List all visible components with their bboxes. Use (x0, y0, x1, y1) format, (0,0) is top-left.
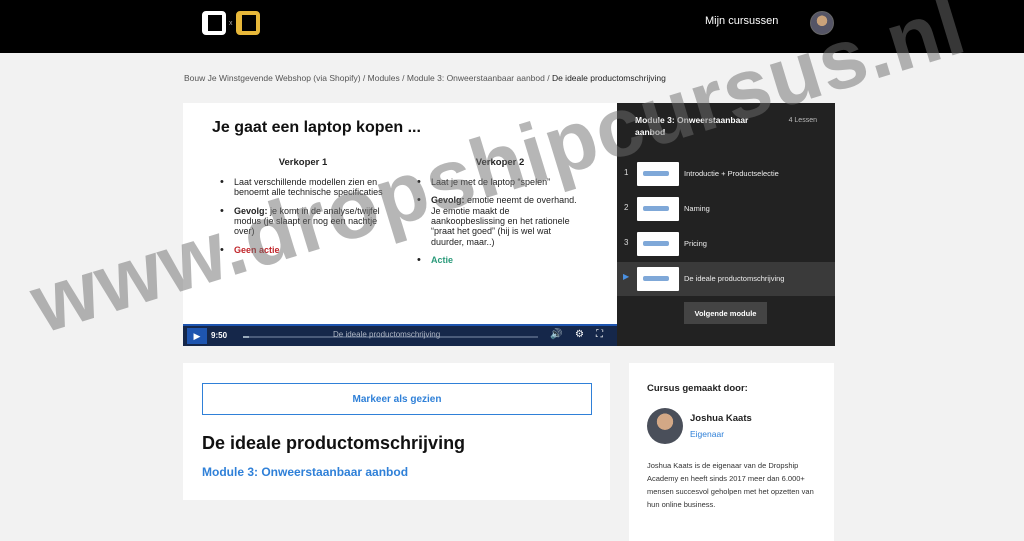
author-role: Eigenaar (690, 429, 725, 439)
play-button[interactable]: ▶ (187, 328, 207, 344)
logo-d-white-icon (202, 11, 226, 35)
bullet: Geen actie (218, 244, 388, 257)
slide-title: Je gaat een laptop kopen ... (212, 119, 421, 136)
bullet: Laat verschillende modellen zien en beno… (218, 176, 388, 198)
slide-column-seller-2: Verkoper 2 Laat je met de laptop “spelen… (415, 157, 585, 273)
column-heading: Verkoper 1 (278, 157, 328, 168)
next-module-button[interactable]: Volgende module (684, 302, 767, 324)
lesson-title: De ideale productomschrijving (202, 433, 466, 453)
bullet: Actie (415, 254, 585, 267)
column-heading: Verkoper 2 (475, 157, 525, 168)
video-player[interactable]: Je gaat een laptop kopen ... Verkoper 1 … (183, 103, 617, 346)
breadcrumb-modules[interactable]: Modules (368, 73, 400, 83)
playlist-item-active[interactable]: ▶ De ideale productomschrijving (617, 262, 835, 296)
author-avatar (647, 408, 683, 444)
breadcrumb-sep: / (544, 73, 552, 83)
author-bio: Joshua Kaats is de eigenaar van de Drops… (647, 461, 814, 510)
playlist-title: Module 3: Onweerstaanbaar aanbod (635, 115, 749, 137)
author-card: Cursus gemaakt door: Joshua Kaats Eigena… (629, 363, 834, 541)
bullet: Gevolg: je komt in de analyse/twijfel mo… (218, 205, 388, 237)
bullet: Laat je met de laptop “spelen” (415, 176, 585, 189)
breadcrumb: Bouw Je Winstgevende Webshop (via Shopif… (184, 73, 666, 83)
playlist-item-label: Naming (684, 204, 710, 213)
user-avatar[interactable] (810, 11, 834, 35)
playlist-item-number: 3 (624, 238, 629, 247)
playlist-thumbnail (637, 232, 679, 256)
playlist-item-number: 1 (624, 168, 629, 177)
playlist-thumbnail (637, 267, 679, 291)
top-nav-bar: x Mijn cursussen (0, 0, 1024, 53)
video-time: 9:50 (211, 331, 228, 340)
author-heading: Cursus gemaakt door: (647, 383, 748, 394)
breadcrumb-sep: / (360, 73, 368, 83)
settings-gear-icon[interactable]: ⚙ (575, 329, 584, 340)
playlist-item[interactable]: 3 Pricing (617, 227, 835, 261)
progress-fill (243, 336, 249, 338)
bullet: Gevolg: emotie neemt de overhand. Je emo… (415, 194, 585, 247)
breadcrumb-current: De ideale productomschrijving (551, 73, 666, 83)
breadcrumb-course[interactable]: Bouw Je Winstgevende Webshop (via Shopif… (184, 73, 361, 83)
logo[interactable]: x (202, 11, 260, 35)
breadcrumb-sep: / (399, 73, 407, 83)
playlist-item-label: De ideale productomschrijving (684, 274, 785, 283)
module-link[interactable]: Module 3: Onweerstaanbaar aanbod (202, 465, 408, 479)
playlist-item[interactable]: 1 Introductie + Productselectie (617, 157, 835, 191)
playlist-item[interactable]: 2 Naming (617, 192, 835, 226)
mark-as-seen-button[interactable]: Markeer als gezien (202, 383, 592, 415)
logo-x: x (229, 19, 233, 27)
playlist-item-label: Introductie + Productselectie (684, 169, 779, 178)
breadcrumb-module[interactable]: Module 3: Onweerstaanbaar aanbod (407, 73, 545, 83)
author-name: Joshua Kaats (690, 413, 752, 424)
logo-d-gold-icon (235, 11, 260, 35)
lesson-playlist: Module 3: Onweerstaanbaar aanbod 4 Lesse… (617, 103, 835, 346)
volume-icon[interactable]: 🔊 (550, 329, 562, 340)
video-controls: ▶ 9:50 De ideale productomschrijving 🔊 ⚙… (183, 324, 617, 346)
playlist-item-label: Pricing (684, 239, 707, 248)
playlist-count: 4 Lessen (788, 117, 817, 124)
my-courses-link[interactable]: Mijn cursussen (705, 15, 778, 27)
slide-column-seller-1: Verkoper 1 Laat verschillende modellen z… (218, 157, 388, 263)
lesson-card: Markeer als gezien De ideale productomsc… (183, 363, 610, 500)
playlist-item-number: 2 (624, 203, 629, 212)
play-icon: ▶ (193, 330, 201, 341)
playlist-thumbnail (637, 197, 679, 221)
playlist-thumbnail (637, 162, 679, 186)
fullscreen-icon[interactable]: ⛶ (596, 329, 603, 340)
chapter-label: De ideale productomschrijving (333, 330, 441, 339)
now-playing-icon: ▶ (623, 272, 630, 281)
